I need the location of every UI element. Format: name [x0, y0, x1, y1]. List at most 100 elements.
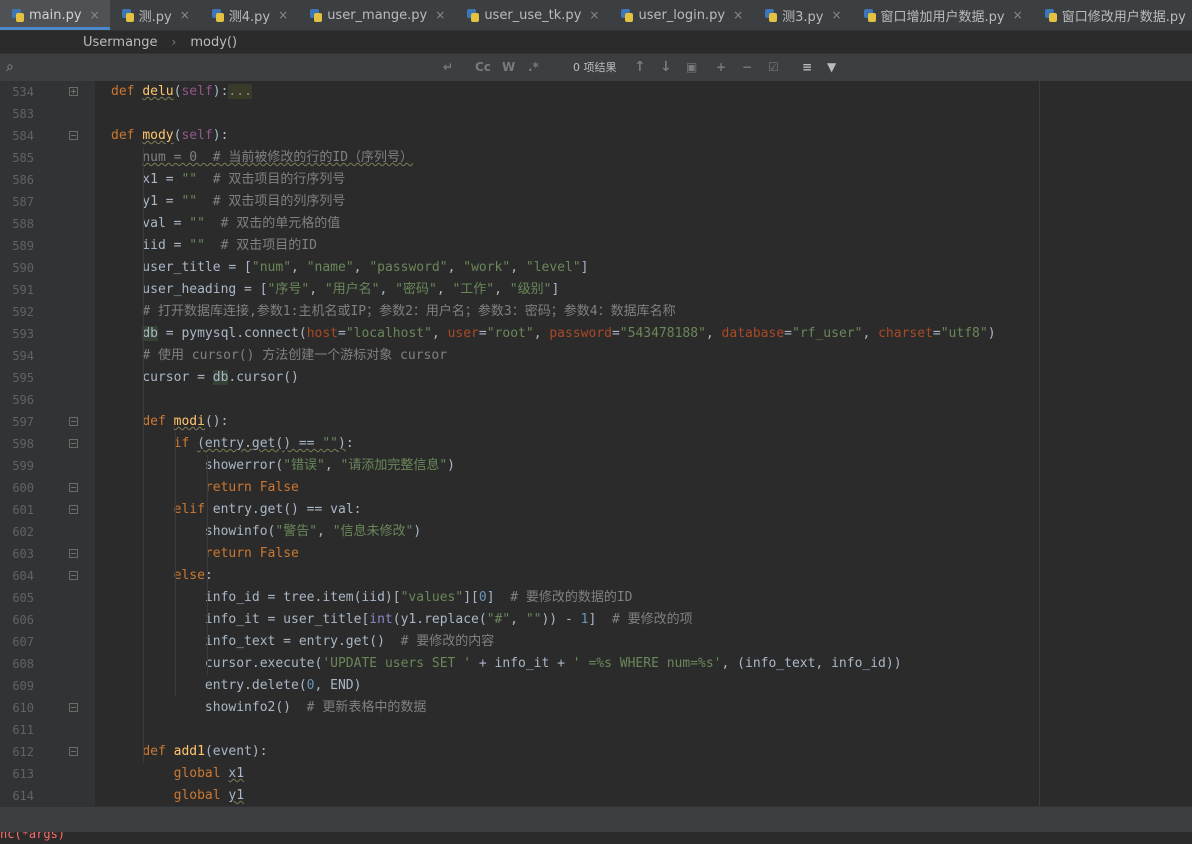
add-selection-icon[interactable]: + — [716, 58, 726, 76]
code-line[interactable]: 600 − return False — [0, 477, 1192, 499]
fold-collapse-icon[interactable]: − — [69, 417, 78, 426]
code-text: val = "" # 双击的单元格的值 — [111, 216, 341, 231]
code-line[interactable]: 610 − showinfo2() # 更新表格中的数据 — [0, 697, 1192, 719]
code-line[interactable]: 609 entry.delete(0, END) — [0, 675, 1192, 697]
fold-collapse-icon[interactable]: − — [69, 483, 78, 492]
code-line[interactable]: 589 iid = "" # 双击项目的ID — [0, 235, 1192, 257]
code-line[interactable]: 588 val = "" # 双击的单元格的值 — [0, 213, 1192, 235]
tab-label: main.py — [29, 7, 82, 23]
search-input[interactable] — [24, 57, 438, 79]
close-icon[interactable]: × — [1013, 8, 1023, 22]
search-icon[interactable]: ⌕ — [6, 59, 14, 75]
line-number: 585 — [12, 151, 34, 165]
code-line[interactable]: 599 showerror("错误", "请添加完整信息") — [0, 455, 1192, 477]
arrow-down-icon[interactable]: ↓ — [660, 58, 672, 76]
fold-expand-icon[interactable]: + — [69, 87, 78, 96]
fold-collapse-icon[interactable]: − — [69, 131, 78, 140]
tab-2[interactable]: 测4.py × — [200, 0, 298, 30]
code-line[interactable]: 601 − elif entry.get() == val: — [0, 499, 1192, 521]
fold-collapse-icon[interactable]: − — [69, 571, 78, 580]
code-line[interactable]: 604 − else: — [0, 565, 1192, 587]
tab-4[interactable]: user_use_tk.py × — [455, 0, 609, 30]
code-line[interactable]: 595 cursor = db.cursor() — [0, 367, 1192, 389]
remove-selection-icon[interactable]: − — [742, 58, 752, 76]
tab-0[interactable]: main.py × — [0, 0, 110, 30]
code-line[interactable]: 613 global x1 — [0, 763, 1192, 785]
code-line[interactable]: 585 num = 0 # 当前被修改的行的ID（序列号） — [0, 147, 1192, 169]
code-line[interactable]: 596 — [0, 389, 1192, 411]
close-icon[interactable]: × — [733, 8, 743, 22]
code-text: global x1 — [173, 766, 245, 781]
code-line[interactable]: 534 + def delu(self):... — [0, 81, 1192, 103]
select-all-occurrences-icon[interactable]: ☑ — [768, 58, 779, 76]
line-number: 609 — [12, 679, 34, 693]
line-number: 613 — [12, 767, 34, 781]
close-icon[interactable]: × — [90, 8, 100, 22]
close-icon[interactable]: × — [435, 8, 445, 22]
line-number: 605 — [12, 591, 34, 605]
indent-guide — [175, 433, 176, 697]
python-file-icon — [1044, 8, 1057, 22]
fold-collapse-icon[interactable]: − — [69, 505, 78, 514]
code-text: cursor.execute('UPDATE users SET ' + inf… — [111, 656, 902, 671]
tab-5[interactable]: user_login.py × — [609, 0, 753, 30]
code-line[interactable]: 603 − return False — [0, 543, 1192, 565]
tab-8[interactable]: 窗口修改用户数据.py× — [1033, 0, 1192, 30]
tab-6[interactable]: 测3.py × — [753, 0, 851, 30]
fold-collapse-icon[interactable]: − — [69, 439, 78, 448]
code-line[interactable]: 605 info_id = tree.item(iid)["values"][0… — [0, 587, 1192, 609]
code-line[interactable]: 590 user_title = ["num", "name", "passwo… — [0, 257, 1192, 279]
close-icon[interactable]: × — [278, 8, 288, 22]
code-line[interactable]: 607 info_text = entry.get() # 要修改的内容 — [0, 631, 1192, 653]
code-line[interactable]: 612 − def add1(event): — [0, 741, 1192, 763]
regex-icon[interactable]: .* — [528, 58, 539, 76]
open-in-window-icon[interactable]: ▣ — [686, 58, 697, 76]
code-line[interactable]: 583 — [0, 103, 1192, 125]
indent-guide — [207, 455, 208, 675]
code-line[interactable]: 597 − def modi(): — [0, 411, 1192, 433]
line-number: 588 — [12, 217, 34, 231]
code-text: # 打开数据库连接,参数1:主机名或IP；参数2：用户名；参数3：密码；参数4：… — [142, 304, 676, 319]
close-icon[interactable]: × — [180, 8, 190, 22]
match-case-icon[interactable]: Cc — [475, 58, 491, 76]
code-line[interactable]: 584 − def mody(self): — [0, 125, 1192, 147]
filter-icon[interactable]: ▼ — [827, 58, 836, 76]
fold-collapse-icon[interactable]: − — [69, 549, 78, 558]
line-number: 600 — [12, 481, 34, 495]
code-editor[interactable]: 534 + def delu(self):... 583 584 − def mody(se… — [0, 81, 1192, 806]
code-line[interactable]: 592 # 打开数据库连接,参数1:主机名或IP；参数2：用户名；参数3：密码；… — [0, 301, 1192, 323]
code-line[interactable]: 593 db = pymysql.connect(host="localhost… — [0, 323, 1192, 345]
code-line[interactable]: 586 x1 = "" # 双击项目的行序列号 — [0, 169, 1192, 191]
tab-label: user_login.py — [638, 7, 726, 23]
filter-lines-icon[interactable]: ≡ — [802, 58, 812, 76]
newline-icon[interactable]: ↵ — [443, 58, 453, 76]
fold-collapse-icon[interactable]: − — [69, 703, 78, 712]
tab-3[interactable]: user_mange.py × — [298, 0, 455, 30]
breadcrumb-method[interactable]: mody() — [190, 35, 237, 50]
tab-1[interactable]: 测.py × — [110, 0, 200, 30]
code-line[interactable]: 611 — [0, 719, 1192, 741]
python-file-icon — [310, 8, 323, 22]
code-line[interactable]: 591 user_heading = ["序号", "用户名", "密码", "… — [0, 279, 1192, 301]
code-line[interactable]: 606 info_it = user_title[int(y1.replace(… — [0, 609, 1192, 631]
line-number: 604 — [12, 569, 34, 583]
arrow-up-icon[interactable]: ↑ — [634, 58, 646, 76]
tab-7[interactable]: 窗口增加用户数据.py × — [852, 0, 1033, 30]
code-text: db = pymysql.connect(host="localhost", u… — [142, 326, 996, 341]
code-line[interactable]: 614 global y1 — [0, 785, 1192, 807]
whole-words-icon[interactable]: W — [502, 58, 515, 76]
code-line[interactable]: 602 showinfo("警告", "信息未修改") — [0, 521, 1192, 543]
breadcrumb-class[interactable]: Usermange — [83, 35, 158, 50]
close-icon[interactable]: × — [589, 8, 599, 22]
fold-collapse-icon[interactable]: − — [69, 747, 78, 756]
code-line[interactable]: 598 − if (entry.get() == ""): — [0, 433, 1192, 455]
code-text: global y1 — [173, 788, 245, 803]
code-line[interactable]: 587 y1 = "" # 双击项目的列序列号 — [0, 191, 1192, 213]
line-number: 583 — [12, 107, 34, 121]
code-line[interactable]: 594 # 使用 cursor() 方法创建一个游标对象 cursor — [0, 345, 1192, 367]
close-icon[interactable]: × — [831, 8, 841, 22]
search-result-count: 0 项结果 — [573, 61, 617, 74]
code-text: showerror("错误", "请添加完整信息") — [111, 458, 455, 473]
code-line[interactable]: 608 cursor.execute('UPDATE users SET ' +… — [0, 653, 1192, 675]
line-number: 594 — [12, 349, 34, 363]
